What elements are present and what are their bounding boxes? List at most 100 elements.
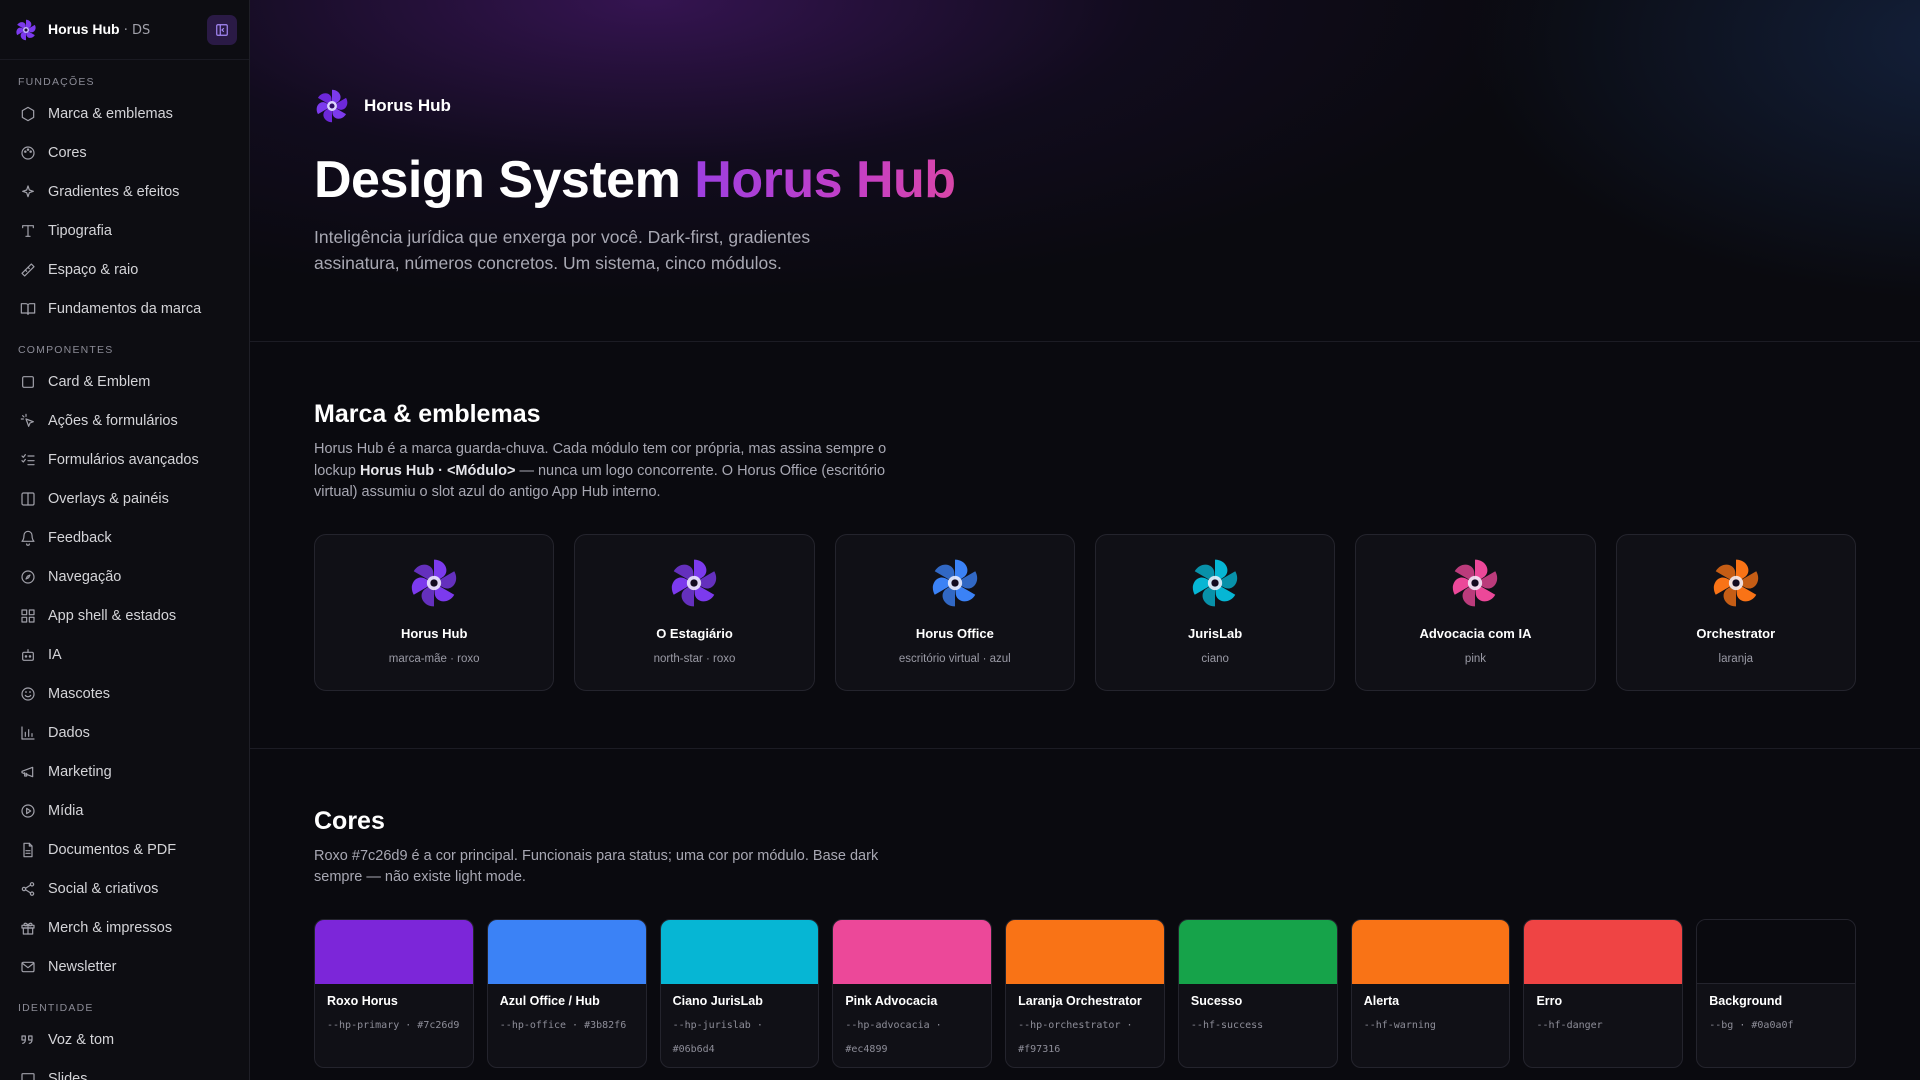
colors-section: Cores Roxo #7c26d9 é a cor principal. Fu… bbox=[250, 749, 1920, 1080]
brand-section: Marca & emblemas Horus Hub é a marca gua… bbox=[250, 342, 1920, 749]
bot-icon bbox=[20, 647, 36, 663]
swatch-name: Alerta bbox=[1363, 993, 1400, 1008]
quote-icon bbox=[20, 1032, 36, 1048]
sidebar-item-label: Cores bbox=[48, 144, 87, 161]
sidebar-item-mascotes[interactable]: Mascotes bbox=[0, 674, 249, 713]
sidebar-item-tipografia[interactable]: Tipografia bbox=[0, 211, 249, 250]
brand-emblem-icon bbox=[1449, 557, 1501, 614]
horus-logo-icon[interactable] bbox=[14, 18, 38, 42]
sidebar-item-marketing[interactable]: Marketing bbox=[0, 752, 249, 791]
brand-card-advocacia-com-ia[interactable]: Advocacia com IA pink bbox=[1355, 533, 1596, 691]
sidebar-item-voz-tom[interactable]: Voz & tom bbox=[0, 1020, 249, 1059]
sidebar-item-cores[interactable]: Cores bbox=[0, 133, 249, 172]
sidebar-item-fundamentos-da-marca[interactable]: Fundamentos da marca bbox=[0, 289, 249, 328]
hero-brand: Horus Hub bbox=[314, 88, 1920, 124]
color-swatch-ciano-jurislab[interactable]: Ciano JurisLab --hp-jurislab · #06b6d4 bbox=[659, 918, 820, 1068]
color-chip bbox=[1697, 919, 1856, 984]
sidebar-item-feedback[interactable]: Feedback bbox=[0, 518, 249, 557]
color-chip bbox=[1351, 919, 1510, 984]
sidebar-item-label: Mascotes bbox=[48, 685, 111, 702]
color-swatch-laranja-orchestrator[interactable]: Laranja Orchestrator --hp-orchestrator · … bbox=[1005, 918, 1165, 1068]
sidebar-item-acoes-formularios[interactable]: Ações & formulários bbox=[0, 401, 249, 440]
megaphone-icon bbox=[20, 764, 36, 780]
brand-emblem-icon bbox=[1189, 557, 1241, 614]
colors-section-title: Cores bbox=[314, 806, 385, 835]
sidebar-item-label: Social & criativos bbox=[48, 880, 159, 897]
swatch-token: --bg · #0a0a0f bbox=[1709, 1019, 1794, 1031]
sidebar-item-label: Mídia bbox=[48, 802, 84, 819]
brand-card-grid: Horus Hub marca-mãe · roxo O Estagiário nor… bbox=[314, 533, 1856, 748]
sidebar-item-dados[interactable]: Dados bbox=[0, 713, 249, 752]
sidebar-item-social-criativos[interactable]: Social & criativos bbox=[0, 869, 249, 908]
brand-emblem-icon bbox=[668, 557, 720, 614]
sidebar-item-label: Marca & emblemas bbox=[48, 105, 173, 122]
brand-card-meta: escritório virtual · azul bbox=[898, 652, 1011, 665]
square-icon bbox=[20, 374, 36, 390]
hero: Horus Hub Design System Horus Hub Inteli… bbox=[250, 0, 1920, 342]
main-content: Horus Hub Design System Horus Hub Inteli… bbox=[250, 0, 1920, 1080]
sidebar-item-documentos-pdf[interactable]: Documentos & PDF bbox=[0, 830, 249, 869]
swatch-info: Sucesso --hf-success bbox=[1179, 984, 1337, 1048]
ruler-icon bbox=[20, 262, 36, 278]
brand-section-description: Horus Hub é a marca guarda-chuva. Cada m… bbox=[314, 441, 887, 500]
brand-card-meta: ciano bbox=[1201, 652, 1229, 665]
sidebar-item-card-emblem[interactable]: Card & Emblem bbox=[0, 362, 249, 401]
color-swatch-background[interactable]: Background --bg · #0a0a0f bbox=[1696, 918, 1857, 1068]
sidebar-item-newsletter[interactable]: Newsletter bbox=[0, 947, 249, 986]
sidebar-item-formularios-avancados[interactable]: Formulários avançados bbox=[0, 440, 249, 479]
sidebar-item-merch-impressos[interactable]: Merch & impressos bbox=[0, 908, 249, 947]
share-icon bbox=[20, 881, 36, 897]
sidebar-item-label: Navegação bbox=[48, 568, 122, 585]
color-chip bbox=[833, 919, 992, 984]
color-swatch-alerta[interactable]: Alerta --hf-warning bbox=[1350, 918, 1511, 1068]
sidebar-section-componentes: Componentes bbox=[18, 344, 114, 356]
swatch-name: Laranja Orchestrator bbox=[1018, 993, 1142, 1008]
play-circle-icon bbox=[20, 803, 36, 819]
sidebar-item-app-shell-estados[interactable]: App shell & estados bbox=[0, 596, 249, 635]
color-chip bbox=[487, 919, 646, 984]
bell-icon bbox=[20, 530, 36, 546]
brand-card-orchestrator[interactable]: Orchestrator laranja bbox=[1615, 533, 1856, 691]
brand-card-horus-hub[interactable]: Horus Hub marca-mãe · roxo bbox=[314, 533, 555, 691]
swatch-name: Background bbox=[1709, 993, 1783, 1008]
page-title: Design System Horus Hub bbox=[314, 151, 956, 209]
sidebar-item-label: Feedback bbox=[48, 529, 112, 546]
sidebar-item-gradientes-efeitos[interactable]: Gradientes & efeitos bbox=[0, 172, 249, 211]
brand-card-meta: pink bbox=[1464, 652, 1487, 665]
sidebar-item-navegacao[interactable]: Navegação bbox=[0, 557, 249, 596]
type-icon bbox=[20, 223, 36, 239]
hero-description: Inteligência jurídica que enxerga por vo… bbox=[314, 227, 811, 273]
presentation-icon bbox=[20, 1071, 36, 1080]
book-icon bbox=[20, 301, 36, 317]
sidebar-section-fundacoes: Fundações bbox=[18, 76, 95, 88]
compass-icon bbox=[20, 569, 36, 585]
sidebar-item-midia[interactable]: Mídia bbox=[0, 791, 249, 830]
color-swatch-roxo-horus[interactable]: Roxo Horus --hp-primary · #7c26d9 bbox=[314, 918, 474, 1068]
color-swatch-pink-advocacia[interactable]: Pink Advocacia --hp-advocacia · #ec4899 bbox=[832, 918, 993, 1068]
color-swatch-sucesso[interactable]: Sucesso --hf-success bbox=[1177, 918, 1338, 1068]
sidebar-item-espaco-raio[interactable]: Espaço & raio bbox=[0, 250, 249, 289]
sidebar-item-marca-emblemas[interactable]: Marca & emblemas bbox=[0, 94, 249, 133]
brand-card-o-estagiario[interactable]: O Estagiário north-star · roxo bbox=[574, 533, 815, 691]
sidebar-item-slides[interactable]: Slides bbox=[0, 1059, 249, 1080]
swatch-info: Azul Office / Hub --hp-office · #3b82f6 bbox=[488, 984, 646, 1048]
swatch-info: Erro --hf-danger bbox=[1524, 984, 1682, 1048]
brand-card-jurislab[interactable]: JurisLab ciano bbox=[1094, 533, 1336, 691]
colors-section-description: Roxo #7c26d9 é a cor principal. Funciona… bbox=[314, 847, 879, 886]
swatch-name: Roxo Horus bbox=[327, 993, 398, 1008]
smile-icon bbox=[20, 686, 36, 702]
swatch-info: Roxo Horus --hp-primary · #7c26d9 bbox=[315, 984, 473, 1048]
sidebar-item-ia[interactable]: IA bbox=[0, 635, 249, 674]
swatch-name: Pink Advocacia bbox=[845, 993, 938, 1008]
swatch-info: Alerta --hf-warning bbox=[1352, 984, 1510, 1048]
swatch-token: --hp-orchestrator · #f97316 bbox=[1018, 1019, 1133, 1055]
color-swatch-erro[interactable]: Erro --hf-danger bbox=[1523, 918, 1684, 1068]
sidebar-item-overlays-paineis[interactable]: Overlays & painéis bbox=[0, 479, 249, 518]
layout-grid-icon bbox=[20, 608, 36, 624]
swatch-token: --hp-primary · #7c26d9 bbox=[327, 1019, 460, 1031]
swatch-token: --hf-warning bbox=[1363, 1019, 1436, 1031]
color-swatch-azul-office-hub[interactable]: Azul Office / Hub --hp-office · #3b82f6 bbox=[486, 918, 647, 1068]
brand-card-horus-office[interactable]: Horus Office escritório virtual · azul bbox=[834, 533, 1075, 691]
collapse-sidebar-button[interactable] bbox=[207, 14, 237, 45]
swatch-name: Ciano JurisLab bbox=[672, 993, 763, 1008]
